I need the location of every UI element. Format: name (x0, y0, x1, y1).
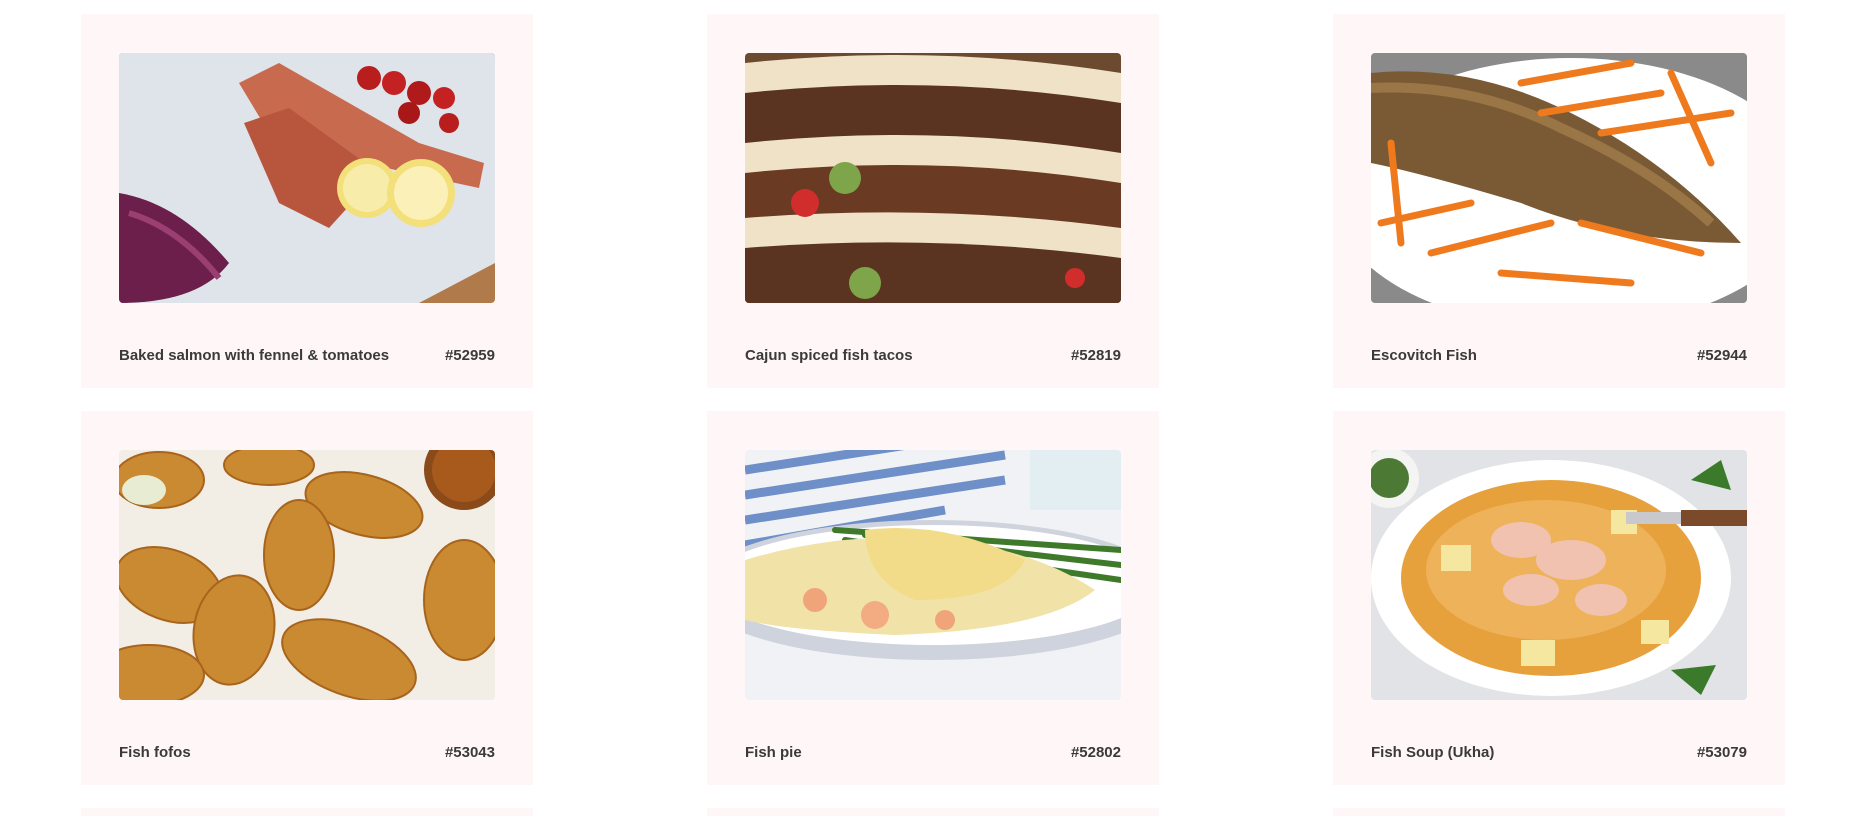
meal-id: #53043 (444, 744, 495, 761)
meal-name[interactable]: Cajun spiced fish tacos (745, 347, 913, 364)
meal-meta: Cajun spiced fish tacos #52819 (745, 347, 1121, 364)
meal-photo[interactable] (119, 53, 495, 303)
meal-photo[interactable] (745, 450, 1121, 700)
meal-name[interactable]: Baked salmon with fennel & tomatoes (119, 347, 389, 364)
meal-card[interactable]: Baked salmon with fennel & tomatoes #529… (81, 14, 533, 388)
meal-name[interactable]: Fish pie (745, 744, 802, 761)
meal-id: #52802 (1070, 744, 1121, 761)
meal-card-partial[interactable] (707, 808, 1159, 816)
meal-name[interactable]: Escovitch Fish (1371, 347, 1477, 364)
meal-name[interactable]: Fish fofos (119, 744, 191, 761)
meal-name[interactable]: Fish Soup (Ukha) (1371, 744, 1494, 761)
meal-meta: Fish Soup (Ukha) #53079 (1371, 744, 1747, 761)
meal-card-partial[interactable] (81, 808, 533, 816)
meal-id: #53079 (1696, 744, 1747, 761)
meal-meta: Fish pie #52802 (745, 744, 1121, 761)
meal-photo[interactable] (1371, 450, 1747, 700)
meal-meta: Fish fofos #53043 (119, 744, 495, 761)
meal-card-partial[interactable] (1333, 808, 1785, 816)
meal-meta: Escovitch Fish #52944 (1371, 347, 1747, 364)
meal-photo[interactable] (1371, 53, 1747, 303)
meal-grid: Baked salmon with fennel & tomatoes #529… (0, 0, 1865, 816)
meal-id: #52944 (1696, 347, 1747, 364)
meal-card[interactable]: Fish fofos #53043 (81, 411, 533, 785)
meal-id: #52819 (1070, 347, 1121, 364)
meal-id: #52959 (444, 347, 495, 364)
meal-card[interactable]: Fish Soup (Ukha) #53079 (1333, 411, 1785, 785)
meal-card[interactable]: Fish pie #52802 (707, 411, 1159, 785)
meal-meta: Baked salmon with fennel & tomatoes #529… (119, 347, 495, 364)
meal-photo[interactable] (745, 53, 1121, 303)
meal-card[interactable]: Escovitch Fish #52944 (1333, 14, 1785, 388)
meal-card[interactable]: Cajun spiced fish tacos #52819 (707, 14, 1159, 388)
meal-photo[interactable] (119, 450, 495, 700)
